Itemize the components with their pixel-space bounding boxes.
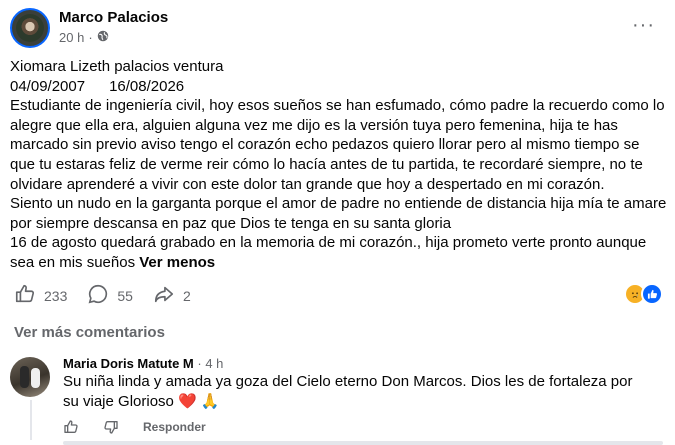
- comment-text-tail: su viaje Glorioso: [63, 393, 174, 410]
- thread-line: [30, 400, 32, 440]
- post-text-line: alegre que ella era, alguien alguna vez …: [10, 116, 618, 134]
- like-icon: [14, 283, 36, 308]
- post-text-line-last: sea en mis sueños Ver menos: [10, 253, 668, 273]
- globe-icon: [97, 30, 109, 45]
- more-options-icon[interactable]: ···: [632, 14, 655, 37]
- post-text-tail: sea en mis sueños: [10, 253, 136, 271]
- comment-like-button[interactable]: [63, 419, 79, 435]
- share-button[interactable]: 2: [153, 283, 191, 308]
- reaction-summary[interactable]: [624, 283, 663, 305]
- reply-button[interactable]: Responder: [143, 420, 206, 434]
- post-text-line: Estudiante de ingeniería civil, hoy esos…: [10, 97, 665, 115]
- post-text-line: marcado sin previo aviso tengo el corazó…: [10, 136, 640, 154]
- post-time[interactable]: 20 h: [59, 30, 84, 45]
- next-comment-edge: [63, 441, 663, 445]
- post-text-line: por siempre descansa en paz que Dios te …: [10, 214, 452, 232]
- comment-emojis: ❤️ 🙏: [178, 393, 220, 410]
- like-count: 233: [44, 287, 68, 304]
- share-icon: [153, 283, 175, 308]
- meta-separator: ·: [88, 30, 93, 45]
- date-birth: 04/09/2007: [10, 77, 86, 95]
- comment-text-line: Su niña linda y amada ya goza del Cielo …: [63, 373, 633, 390]
- post-meta: 20 h ·: [59, 30, 109, 45]
- post-text-line: olvidare aprenderé a vivir con este dolo…: [10, 175, 605, 193]
- date-death: 16/08/2026: [109, 77, 185, 95]
- post-text-line: 16 de agosto quedará grabado en la memor…: [10, 234, 647, 252]
- post-dates-line: 04/09/2007 16/08/2026: [10, 77, 668, 97]
- post-title-line: Xiomara Lizeth palacios ventura: [10, 58, 224, 75]
- post-body: Xiomara Lizeth palacios ventura 04/09/20…: [10, 57, 668, 273]
- view-more-comments-link[interactable]: Ver más comentarios: [14, 324, 165, 341]
- comment-time-sep: ·: [197, 356, 202, 371]
- comment-like-icon: [64, 420, 78, 433]
- like-reaction-icon: [641, 283, 663, 305]
- comment-button[interactable]: 55: [87, 283, 133, 308]
- post-author-name[interactable]: Marco Palacios: [59, 9, 168, 26]
- comment-dislike-button[interactable]: [103, 419, 119, 435]
- comment-actions: Responder: [63, 419, 206, 435]
- comment-count: 55: [117, 287, 133, 304]
- comment-text: Su niña linda y amada ya goza del Cielo …: [63, 372, 663, 412]
- post-author-avatar[interactable]: [10, 8, 50, 48]
- share-count: 2: [182, 287, 191, 304]
- post-text-line: que tu estaras feliz de verme reir cómo …: [10, 155, 643, 173]
- post-actions: 233 55 2: [14, 283, 211, 308]
- comment-author-name[interactable]: Maria Doris Matute M: [63, 356, 194, 371]
- see-less-link[interactable]: Ver menos: [139, 254, 215, 271]
- like-button[interactable]: 233: [14, 283, 67, 308]
- comment-dislike-icon: [104, 421, 118, 434]
- commenter-avatar[interactable]: [10, 357, 50, 397]
- comment-icon: [87, 283, 109, 308]
- post-text-line: Siento un nudo en la garganta porque el …: [10, 195, 667, 213]
- comment-text-line-last: su viaje Glorioso ❤️ 🙏: [63, 392, 663, 412]
- comment-author-line: Maria Doris Matute M · 4 h: [63, 356, 223, 371]
- comment-time[interactable]: 4 h: [205, 356, 223, 371]
